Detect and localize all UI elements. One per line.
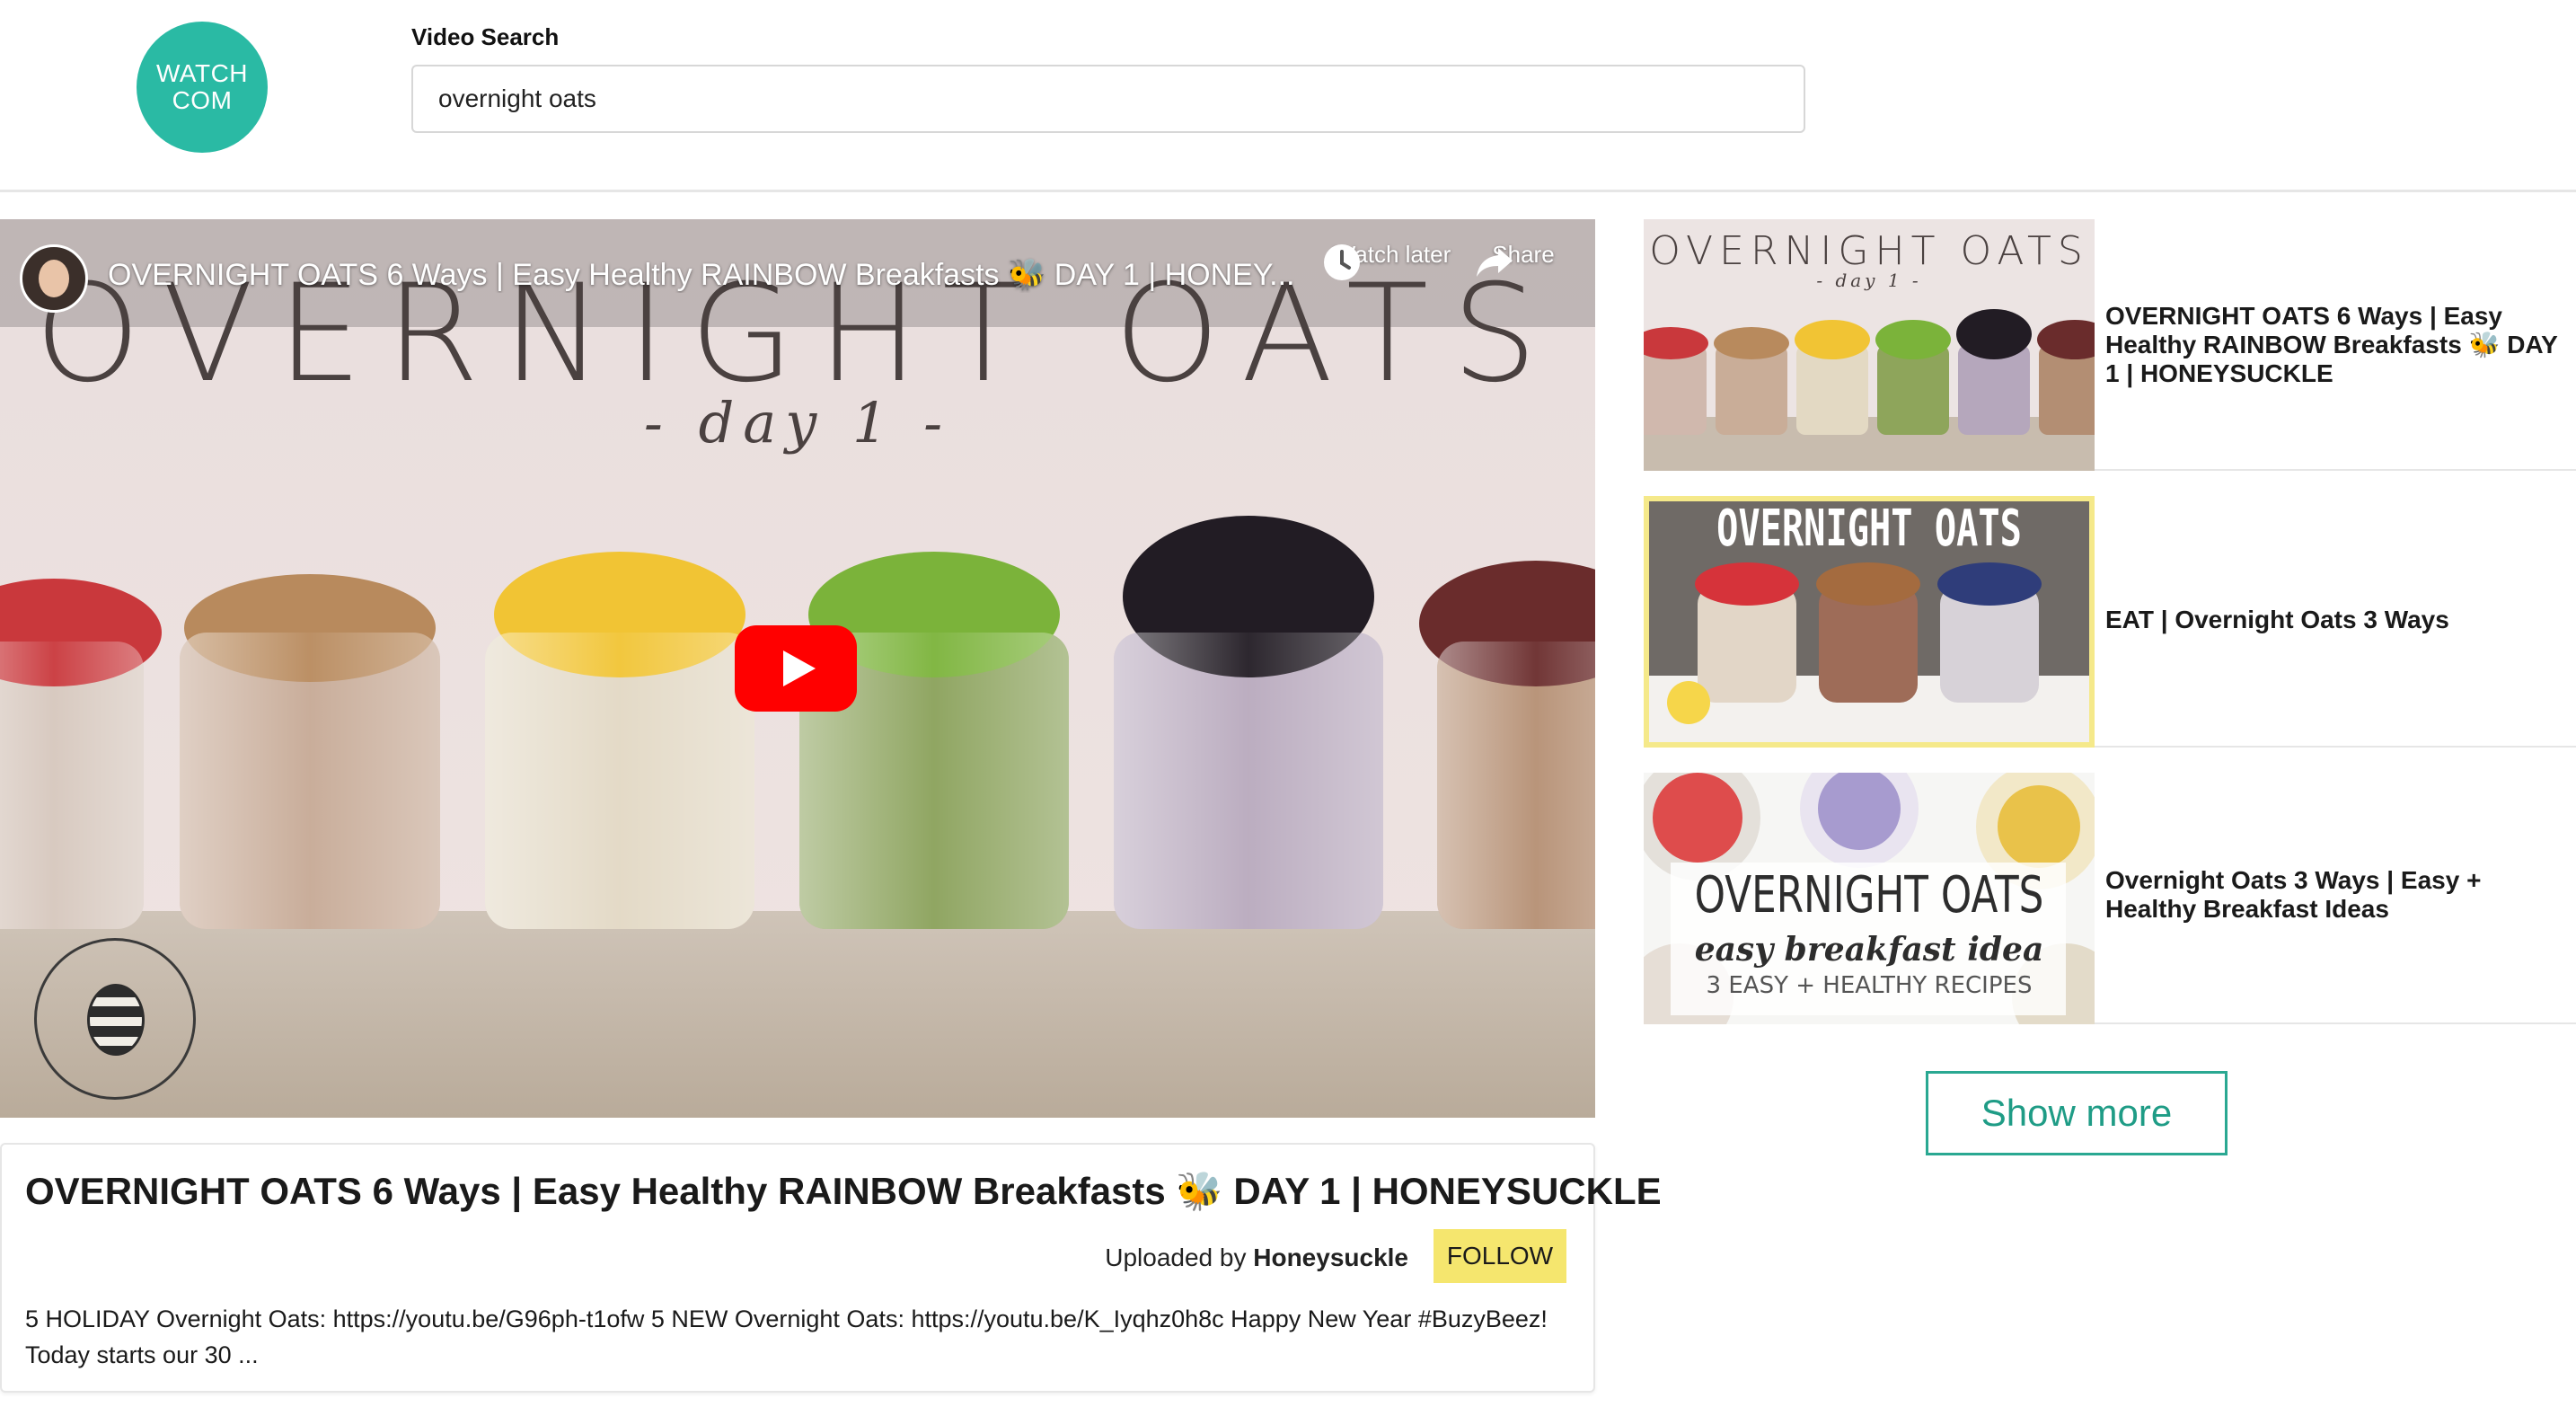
jar-kiwi	[799, 552, 1069, 929]
result-thumb-sub-1: - day 1 -	[1816, 270, 1922, 291]
result-title-1[interactable]: OVERNIGHT OATS 6 Ways | Easy Healthy RAI…	[2105, 302, 2572, 388]
video-title: OVERNIGHT OATS 6 Ways | Easy Healthy RAI…	[25, 1170, 1662, 1212]
logo-line-2: COM	[172, 86, 233, 114]
search-input[interactable]	[411, 65, 1805, 133]
player-overlay-title[interactable]: OVERNIGHT OATS 6 Ways | Easy Healthy RAI…	[108, 257, 1311, 293]
share-icon	[1477, 248, 1513, 277]
watch-later-button[interactable]: Watch later	[1320, 241, 1464, 280]
result-thumb-text-3: OVERNIGHT OATS	[1694, 866, 2044, 925]
uploaded-by: Uploaded by Honeysuckle	[1105, 1243, 1408, 1272]
show-more-button[interactable]: Show more	[1926, 1071, 2228, 1155]
watchcom-logo[interactable]: WATCH COM	[137, 22, 268, 153]
uploader-name[interactable]: Honeysuckle	[1253, 1243, 1408, 1271]
result-item-1[interactable]: OVERNIGHT OATS - day 1 - OVERNIGHT OATS …	[1644, 219, 2576, 471]
jar-mango	[485, 552, 754, 929]
result-thumb-sub-3b: 3 EASY + HEALTHY RECIPES	[1706, 972, 2033, 999]
result-thumbnail-1[interactable]: OVERNIGHT OATS - day 1 -	[1644, 219, 2095, 471]
result-thumbnail-2[interactable]: OVERNIGHT OATS	[1644, 496, 2095, 748]
search-label: Video Search	[411, 23, 560, 50]
result-item-2[interactable]: OVERNIGHT OATS EAT | Overnight Oats 3 Wa…	[1644, 496, 2576, 748]
honeysuckle-watermark	[34, 938, 196, 1100]
jar-chocolate	[1419, 561, 1595, 929]
channel-avatar[interactable]	[20, 244, 88, 313]
result-title-3[interactable]: Overnight Oats 3 Ways | Easy + Healthy B…	[2105, 866, 2572, 924]
uploaded-prefix: Uploaded by	[1105, 1243, 1247, 1271]
video-description: 5 HOLIDAY Overnight Oats: https://youtu.…	[25, 1305, 1548, 1368]
clock-icon	[1324, 244, 1360, 280]
result-thumb-text-1: OVERNIGHT OATS	[1649, 228, 2089, 274]
play-button[interactable]	[735, 625, 857, 712]
jar-blackberry	[1114, 516, 1383, 929]
result-title-2[interactable]: EAT | Overnight Oats 3 Ways	[2105, 606, 2572, 634]
result-thumbnail-3[interactable]: OVERNIGHT OATS easy breakfast idea 3 EAS…	[1644, 773, 2095, 1024]
result-item-3[interactable]: OVERNIGHT OATS easy breakfast idea 3 EAS…	[1644, 773, 2576, 1024]
jar-banana	[180, 574, 440, 929]
result-thumb-sub-3: easy breakfast idea	[1694, 931, 2044, 969]
thumbnail-subtitle: - day 1 -	[643, 390, 952, 456]
share-button[interactable]: Share	[1473, 241, 1574, 277]
jar-strawberry	[0, 579, 162, 929]
header: WATCH COM Video Search	[0, 0, 2576, 192]
video-player[interactable]: OVERNIGHT OATS - day 1 - OVERNIGHT OATS …	[0, 219, 1595, 1118]
result-thumb-text-2: OVERNIGHT OATS	[1716, 500, 2022, 558]
video-info-card: OVERNIGHT OATS 6 Ways | Easy Healthy RAI…	[0, 1143, 1662, 1393]
logo-line-1: WATCH	[155, 59, 249, 87]
follow-button[interactable]: FOLLOW	[1434, 1229, 1566, 1283]
